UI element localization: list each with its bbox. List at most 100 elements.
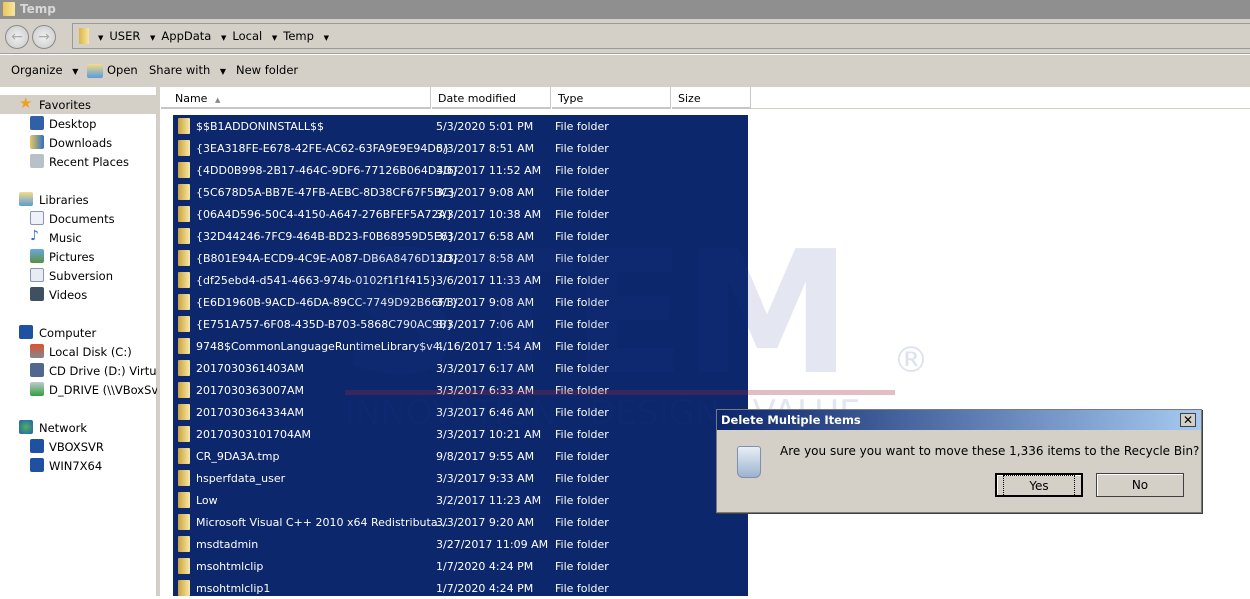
file-row[interactable]: $$B1ADDONINSTALL$$ 5/3/2020 5:01 PM File f… [173, 115, 748, 137]
file-row[interactable]: {4DD0B998-2B17-464C-9DF6-77126B064D4D} 3/… [173, 159, 748, 181]
file-row[interactable]: msdtadmin 3/27/2017 11:09 AM File folder [173, 533, 748, 555]
nav-pictures[interactable]: Pictures [0, 247, 157, 266]
file-row[interactable]: msohtmlclip 1/7/2020 4:24 PM File folder [173, 555, 748, 577]
file-date: 3/6/2017 11:33 AM [436, 274, 542, 287]
file-row[interactable]: Low 3/2/2017 11:23 AM File folder [173, 489, 748, 511]
folder-icon [178, 448, 190, 464]
file-row[interactable]: {06A4D596-50C4-4150-A647-276BFEF5A72A} 3/… [173, 203, 748, 225]
file-name: Microsoft Visual C++ 2010 x64 Redistribu… [196, 516, 449, 529]
folder-icon [178, 118, 190, 134]
nav-music[interactable]: ♪ Music [0, 228, 157, 247]
file-date: 4/16/2017 1:54 AM [436, 340, 542, 353]
column-header: Name ▲ Date modified Type Size [160, 87, 1250, 109]
nav-computer[interactable]: Computer [0, 323, 157, 342]
file-row[interactable]: {5C678D5A-BB7E-47FB-AEBC-8D38CF67F5BC} 3/… [173, 181, 748, 203]
file-type: File folder [555, 318, 609, 331]
column-type[interactable]: Type [551, 87, 671, 109]
chevron-down-icon[interactable]: ▼ [98, 34, 103, 42]
file-row[interactable]: {B801E94A-ECD9-4C9E-A087-DB6A8476D12D} 3/… [173, 247, 748, 269]
nav-cd-drive[interactable]: CD Drive (D:) VirtualBox [0, 361, 157, 380]
dialog-message: Are you sure you want to move these 1,33… [780, 444, 1200, 458]
file-name: $$B1ADDONINSTALL$$ [196, 120, 324, 133]
file-date: 3/3/2017 9:08 AM [436, 296, 535, 309]
file-date: 3/3/2017 6:58 AM [436, 230, 535, 243]
file-date: 3/27/2017 11:09 AM [436, 538, 549, 551]
folder-icon [178, 228, 190, 244]
share-with-button[interactable]: Share with ▼ [149, 63, 226, 77]
file-row[interactable]: {3EA318FE-E678-42FE-AC62-63FA9E9E94D6} 3/… [173, 137, 748, 159]
file-type: File folder [555, 208, 609, 221]
nav-subversion[interactable]: Subversion [0, 266, 157, 285]
file-name: {3EA318FE-E678-42FE-AC62-63FA9E9E94D6} [196, 142, 450, 155]
delete-dialog: Delete Multiple Items ✕ Are you sure you… [716, 409, 1202, 513]
nav-recent-places[interactable]: Recent Places [0, 152, 157, 171]
file-row[interactable]: CR_9DA3A.tmp 9/8/2017 9:55 AM File folder [173, 445, 748, 467]
file-name: {B801E94A-ECD9-4C9E-A087-DB6A8476D12D} [196, 252, 460, 265]
breadcrumb-local[interactable]: Local [232, 29, 262, 43]
music-icon: ♪ [30, 228, 39, 244]
nav-win7x64[interactable]: WIN7X64 [0, 456, 157, 475]
libraries-icon [19, 192, 33, 206]
file-row[interactable]: 9748$CommonLanguageRuntimeLibrary$v4....… [173, 335, 748, 357]
close-button[interactable]: ✕ [1180, 413, 1196, 427]
chevron-down-icon[interactable]: ▼ [324, 34, 329, 42]
nav-scrollbar[interactable] [157, 87, 160, 596]
open-button[interactable]: Open [107, 63, 138, 77]
nav-desktop[interactable]: Desktop [0, 114, 157, 133]
file-name: msohtmlclip [196, 560, 264, 573]
folder-icon [178, 338, 190, 354]
folder-icon [178, 162, 190, 178]
nav-network[interactable]: Network [0, 418, 157, 437]
file-type: File folder [555, 494, 609, 507]
file-date: 3/3/2017 9:33 AM [436, 472, 535, 485]
sort-up-icon: ▲ [214, 96, 221, 104]
folder-icon [178, 294, 190, 310]
pictures-icon [30, 249, 44, 263]
nav-favorites[interactable]: ★ Favorites [0, 95, 157, 114]
address-bar[interactable]: ▼ USER ▼ AppData ▼ Local ▼ Temp ▼ [72, 23, 1250, 49]
file-type: File folder [555, 472, 609, 485]
nav-videos[interactable]: Videos [0, 285, 157, 304]
nav-d-drive[interactable]: D_DRIVE (\\VBoxSvr) (E:) [0, 380, 157, 399]
no-button[interactable]: No [1096, 473, 1184, 497]
nav-vboxsvr[interactable]: VBOXSVR [0, 437, 157, 456]
nav-downloads[interactable]: Downloads [0, 133, 157, 152]
file-row[interactable]: {32D44246-7FC9-464B-BD23-F0B68959D5E6} 3/… [173, 225, 748, 247]
back-button[interactable]: ← [5, 25, 29, 49]
column-size[interactable]: Size [671, 87, 751, 109]
nav-local-disk[interactable]: Local Disk (C:) [0, 342, 157, 361]
breadcrumb-user[interactable]: USER [109, 29, 140, 43]
file-date: 3/3/2017 6:46 AM [436, 406, 535, 419]
file-row[interactable]: {E6D1960B-9ACD-46DA-89CC-7749D92B66F1} 3/… [173, 291, 748, 313]
file-row[interactable]: 2017030361403AM 3/3/2017 6:17 AM File fold… [173, 357, 748, 379]
file-row[interactable]: {E751A757-6F08-435D-B703-5868C790AC9B} 3/… [173, 313, 748, 335]
file-row[interactable]: 2017030364334AM 3/3/2017 6:46 AM File fold… [173, 401, 748, 423]
file-type: File folder [555, 252, 609, 265]
file-type: File folder [555, 582, 609, 595]
new-folder-button[interactable]: New folder [236, 63, 298, 77]
file-row[interactable]: hsperfdata_user 3/3/2017 9:33 AM File fold… [173, 467, 748, 489]
column-date-modified[interactable]: Date modified [431, 87, 551, 109]
folder-icon [178, 360, 190, 376]
yes-button[interactable]: Yes [995, 473, 1083, 497]
organize-button[interactable]: Organize ▼ [11, 63, 78, 77]
file-row[interactable]: {df25ebd4-d541-4663-974b-0102f1f1f415} 3/… [173, 269, 748, 291]
file-row[interactable]: 20170303101704AM 3/3/2017 10:21 AM File fo… [173, 423, 748, 445]
column-name[interactable]: Name ▲ [160, 87, 431, 109]
file-name: 20170303101704AM [196, 428, 311, 441]
nav-documents[interactable]: Documents [0, 209, 157, 228]
file-name: 2017030364334AM [196, 406, 304, 419]
chevron-down-icon[interactable]: ▼ [272, 34, 277, 42]
file-type: File folder [555, 538, 609, 551]
chevron-down-icon[interactable]: ▼ [221, 34, 226, 42]
forward-button[interactable]: → [32, 25, 56, 49]
file-date: 3/3/2017 9:20 AM [436, 516, 535, 529]
file-type: File folder [555, 362, 609, 375]
breadcrumb-appdata[interactable]: AppData [161, 29, 211, 43]
file-type: File folder [555, 186, 609, 199]
chevron-down-icon[interactable]: ▼ [150, 34, 155, 42]
breadcrumb-temp[interactable]: Temp [283, 29, 314, 43]
nav-libraries[interactable]: Libraries [0, 190, 157, 209]
file-row[interactable]: Microsoft Visual C++ 2010 x64 Redistribu… [173, 511, 748, 533]
file-date: 3/3/2017 10:21 AM [436, 428, 542, 441]
